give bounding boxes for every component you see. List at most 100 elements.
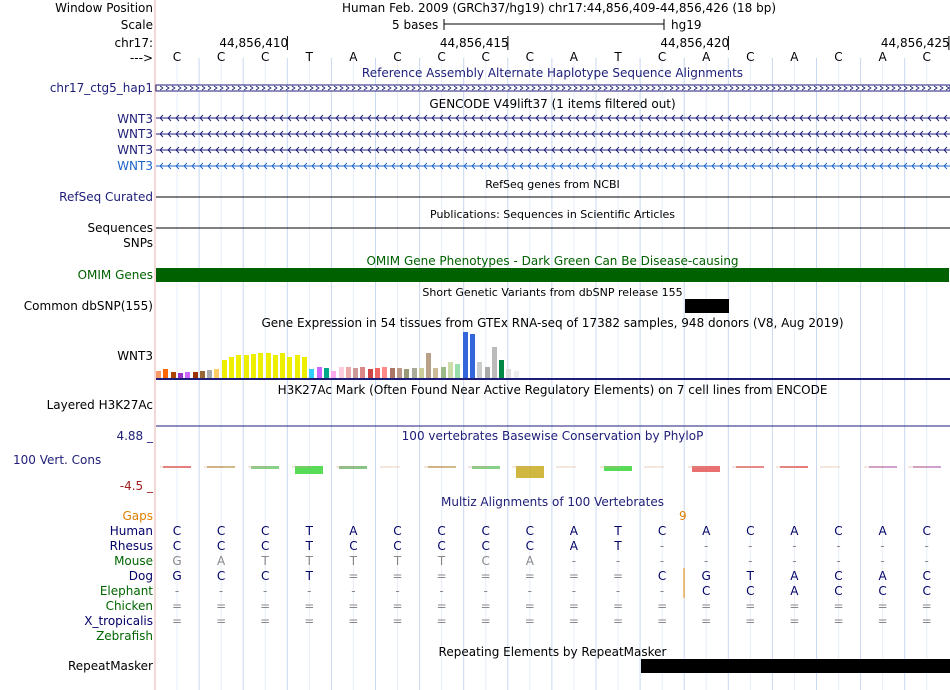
species-label[interactable]: Human xyxy=(110,524,153,538)
aligned-base: C xyxy=(216,569,226,583)
repeatmasker-feature[interactable] xyxy=(641,659,950,673)
h3k27ac-track-title[interactable]: H3K27Ac Mark (Often Found Near Active Re… xyxy=(155,383,950,397)
gtex-tissue-bar[interactable] xyxy=(156,371,161,378)
conservation-track-title[interactable]: 100 vertebrates Basewise Conservation by… xyxy=(155,429,950,443)
gtex-tissue-bar[interactable] xyxy=(294,355,300,378)
gtex-tissue-bar[interactable] xyxy=(258,352,264,378)
aligned-base: C xyxy=(260,539,270,553)
gtex-tissue-bar[interactable] xyxy=(440,366,446,378)
gencode-track-title[interactable]: GENCODE V49lift37 (1 items filtered out) xyxy=(155,97,950,111)
gtex-tissue-bar[interactable] xyxy=(272,355,278,378)
species-label[interactable]: Dog xyxy=(129,569,153,583)
gtex-tissue-bar[interactable] xyxy=(462,332,468,378)
species-label[interactable]: Chicken xyxy=(106,599,153,613)
species-label[interactable]: Mouse xyxy=(114,554,153,568)
species-label[interactable]: Elephant xyxy=(100,584,153,598)
aligned-base: T xyxy=(349,554,358,568)
conservation-logo xyxy=(251,466,280,469)
snps-track-label[interactable]: SNPs xyxy=(123,236,153,250)
aligned-base: C xyxy=(260,569,270,583)
gtex-tissue-bar[interactable] xyxy=(207,369,213,378)
gtex-tissue-bar[interactable] xyxy=(455,364,461,378)
gencode-item-label[interactable]: WNT3 xyxy=(117,159,153,173)
multiz-track-title[interactable]: Multiz Alignments of 100 Vertebrates xyxy=(155,495,950,509)
gtex-tissue-bar[interactable] xyxy=(192,372,198,378)
gtex-expression-chart[interactable] xyxy=(156,331,950,378)
gtex-tissue-bar[interactable] xyxy=(477,361,483,378)
gtex-tissue-bar[interactable] xyxy=(280,352,286,378)
omim-track-label[interactable]: OMIM Genes xyxy=(78,268,153,282)
aligned-base: C xyxy=(393,524,402,538)
gtex-tissue-bar[interactable] xyxy=(170,372,176,378)
gtex-tissue-bar[interactable] xyxy=(499,359,505,378)
gtex-tissue-bar[interactable] xyxy=(265,352,271,378)
gtex-tissue-bar[interactable] xyxy=(331,371,337,378)
gtex-tissue-bar[interactable] xyxy=(411,367,417,378)
gtex-tissue-bar[interactable] xyxy=(382,366,388,378)
gtex-tissue-bar[interactable] xyxy=(236,355,242,378)
species-label[interactable]: Zebrafish xyxy=(96,629,153,643)
dbsnp-track-label[interactable]: Common dbSNP(155) xyxy=(24,299,153,313)
gtex-tissue-bar[interactable] xyxy=(506,368,512,378)
gencode-item-label[interactable]: WNT3 xyxy=(117,143,153,157)
refseq-track-title[interactable]: RefSeq genes from NCBI xyxy=(155,178,950,191)
gtex-tissue-bar[interactable] xyxy=(404,368,410,378)
publications-track-label[interactable]: Sequences xyxy=(88,221,153,235)
gencode-item-label[interactable]: WNT3 xyxy=(117,127,153,141)
species-label[interactable]: Rhesus xyxy=(110,539,153,553)
gtex-tissue-bar[interactable] xyxy=(316,366,322,378)
gtex-tissue-bar[interactable] xyxy=(433,367,439,378)
gtex-tissue-bar[interactable] xyxy=(199,371,205,378)
aligned-base: = xyxy=(480,599,491,613)
gtex-tissue-bar[interactable] xyxy=(302,357,307,378)
gtex-tissue-bar[interactable] xyxy=(185,372,191,378)
gtex-tissue-bar[interactable] xyxy=(513,371,519,378)
gtex-tissue-bar[interactable] xyxy=(250,353,256,378)
gtex-tissue-bar[interactable] xyxy=(367,368,373,378)
gtex-tissue-bar[interactable] xyxy=(396,367,402,378)
gtex-tissue-bar[interactable] xyxy=(469,334,475,378)
aligned-base: G xyxy=(172,569,182,583)
omim-track-title[interactable]: OMIM Gene Phenotypes - Dark Green Can Be… xyxy=(155,254,950,268)
gtex-tissue-bar[interactable] xyxy=(448,361,453,378)
conservation-track-label[interactable]: 100 Vert. Cons xyxy=(13,453,101,467)
species-label[interactable]: X_tropicalis xyxy=(84,614,153,628)
aligned-base: A xyxy=(878,569,887,583)
repeatmasker-track-label[interactable]: RepeatMasker xyxy=(68,659,153,673)
gtex-tissue-bar[interactable] xyxy=(426,352,432,378)
alt-haplotype-item-label[interactable]: chr17_ctg5_hap1 xyxy=(50,81,153,95)
gtex-track-label[interactable]: WNT3 xyxy=(117,349,153,363)
omim-gene-feature[interactable] xyxy=(156,268,949,282)
gtex-tissue-bar[interactable] xyxy=(484,366,490,378)
gtex-tissue-bar[interactable] xyxy=(309,368,315,378)
repeatmasker-track-title[interactable]: Repeating Elements by RepeatMasker xyxy=(155,645,950,659)
gtex-tissue-bar[interactable] xyxy=(491,346,497,378)
gtex-track-title[interactable]: Gene Expression in 54 tissues from GTEx … xyxy=(155,316,950,330)
aligned-base: = xyxy=(745,599,756,613)
dbsnp-variant-feature[interactable] xyxy=(685,299,729,313)
gtex-tissue-bar[interactable] xyxy=(338,366,344,378)
dbsnp-track-title[interactable]: Short Genetic Variants from dbSNP releas… xyxy=(155,286,950,299)
gtex-tissue-bar[interactable] xyxy=(214,368,220,378)
gtex-tissue-bar[interactable] xyxy=(177,373,183,378)
reference-base: A xyxy=(878,50,887,64)
aligned-base: - xyxy=(439,584,444,598)
gtex-tissue-bar[interactable] xyxy=(345,366,351,378)
gtex-tissue-bar[interactable] xyxy=(323,367,329,378)
alt-haplotype-track-title[interactable]: Reference Assembly Alternate Haplotype S… xyxy=(155,66,950,80)
h3k27ac-track-label[interactable]: Layered H3K27Ac xyxy=(47,398,153,412)
publications-track-title[interactable]: Publications: Sequences in Scientific Ar… xyxy=(155,208,950,221)
gtex-tissue-bar[interactable] xyxy=(287,357,293,378)
gtex-tissue-bar[interactable] xyxy=(243,355,249,378)
gtex-tissue-bar[interactable] xyxy=(360,366,366,378)
refseq-track-label[interactable]: RefSeq Curated xyxy=(59,190,153,204)
aligned-base: A xyxy=(790,584,799,598)
gtex-tissue-bar[interactable] xyxy=(163,368,169,378)
gtex-tissue-bar[interactable] xyxy=(221,359,227,378)
gtex-tissue-bar[interactable] xyxy=(353,367,359,378)
gtex-tissue-bar[interactable] xyxy=(375,367,380,378)
gtex-tissue-bar[interactable] xyxy=(418,367,424,378)
gencode-item-label[interactable]: WNT3 xyxy=(117,112,153,126)
gtex-tissue-bar[interactable] xyxy=(229,357,234,378)
gtex-tissue-bar[interactable] xyxy=(389,367,395,378)
